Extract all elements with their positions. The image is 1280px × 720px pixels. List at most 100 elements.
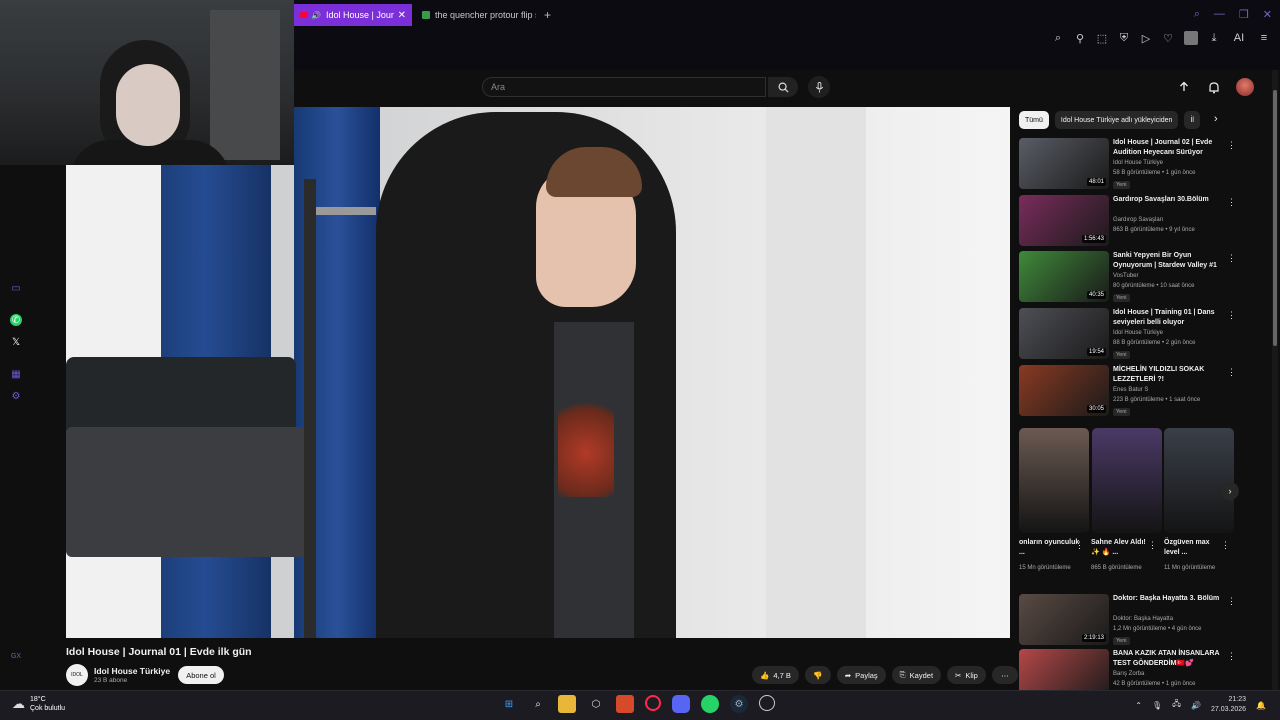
recommendation-title[interactable]: Gardırop Savaşları 30.Bölüm [1113, 195, 1225, 205]
upload-icon[interactable] [1176, 79, 1192, 95]
more-vert-icon[interactable]: ⋮ [1227, 310, 1236, 321]
new-tab-button[interactable]: + [544, 8, 551, 22]
chevron-up-icon[interactable]: ⌃ [1135, 701, 1142, 710]
more-vert-icon[interactable]: ⋮ [1148, 540, 1157, 551]
subscribe-button[interactable]: Abone ol [178, 666, 224, 684]
shield-icon[interactable]: ⛨ [1118, 32, 1130, 44]
voice-search-button[interactable] [808, 76, 830, 98]
file-explorer-icon[interactable] [558, 695, 576, 713]
more-vert-icon[interactable]: ⋮ [1227, 197, 1236, 208]
profile-icon[interactable] [1184, 31, 1198, 45]
more-vert-icon[interactable]: ⋮ [1227, 596, 1236, 607]
recommendation-channel[interactable]: Enes Batur S [1113, 387, 1148, 393]
clock[interactable]: 21:23 27.03.2026 [1211, 695, 1246, 715]
recommendation-channel[interactable]: VosTuber [1113, 273, 1138, 279]
search-input[interactable]: Ara [482, 77, 766, 97]
recommendation-title[interactable]: MİCHELİN YILDIZLI SOKAK LEZZETLERİ ?! [1113, 365, 1225, 385]
recommendation-title[interactable]: Sanki Yepyeni Bir Oyun Oynuyorum | Stard… [1113, 251, 1225, 271]
office-icon[interactable] [616, 695, 634, 713]
network-icon[interactable]: 🖧 [1172, 698, 1181, 712]
microphone-icon[interactable]: 🎙 [1152, 701, 1162, 710]
chip-related[interactable]: İl [1184, 111, 1201, 129]
account-avatar[interactable] [1236, 78, 1254, 96]
chip-all[interactable]: Tümü [1019, 111, 1049, 129]
shorts-next-button[interactable]: › [1221, 482, 1239, 500]
recommendation-card[interactable]: 40:35 Sanki Yepyeni Bir Oyun Oynuyorum | … [1019, 251, 1249, 305]
maximize-icon[interactable]: ❐ [1239, 8, 1249, 21]
pin-icon[interactable]: ⚲ [1074, 32, 1086, 45]
recommendation-card[interactable]: 19:54 Idol House | Training 01 | Dans sev… [1019, 308, 1249, 362]
recommendation-title[interactable]: Doktor: Başka Hayatta 3. Bölüm [1113, 594, 1225, 604]
recommendation-channel[interactable]: Idol House Türkiye [1113, 330, 1163, 336]
recommendation-channel[interactable]: Doktor: Başka Hayatta [1113, 616, 1173, 622]
video-thumbnail[interactable]: 19:54 [1019, 308, 1109, 359]
opera-gx-icon[interactable] [645, 695, 661, 711]
x-icon[interactable]: 𝕏 [10, 336, 22, 348]
video-thumbnail[interactable]: 40:35 [1019, 251, 1109, 302]
search-button[interactable] [768, 77, 798, 97]
heart-icon[interactable]: ♡ [1162, 32, 1174, 45]
more-actions-button[interactable]: ⋯ [991, 666, 1018, 684]
video-thumbnail[interactable]: 30:05 [1019, 365, 1109, 416]
video-thumbnail[interactable]: 1:56:43 [1019, 195, 1109, 246]
apps-icon[interactable]: ▦ [10, 368, 22, 380]
close-window-icon[interactable]: ✕ [1263, 8, 1272, 21]
tab-active[interactable]: 🔊 Idol House | Journ ✕ [294, 4, 412, 26]
recommendation-card[interactable]: 1:56:43 Gardırop Savaşları 30.Bölüm Gardır… [1019, 195, 1249, 249]
more-vert-icon[interactable]: ⋮ [1075, 540, 1084, 551]
play-icon[interactable]: ▷ [1140, 32, 1152, 45]
gx-icon[interactable]: GX [10, 650, 22, 662]
chip-from-uploader[interactable]: Idol House Türkiye adlı yükleyiciden [1054, 111, 1179, 129]
start-icon[interactable]: ⊞ [500, 695, 518, 713]
more-vert-icon[interactable]: ⋮ [1227, 253, 1236, 264]
more-vert-icon[interactable]: ⋮ [1227, 140, 1236, 151]
channel-avatar[interactable]: IDOL [66, 664, 88, 686]
like-button[interactable]: 👍 4,7 B [752, 666, 799, 684]
short-thumbnail[interactable] [1019, 428, 1089, 533]
clip-button[interactable]: ✂ Klip [947, 666, 986, 684]
messenger-icon[interactable]: ▭ [10, 282, 22, 294]
save-button[interactable]: ⎘ Kaydet [891, 666, 942, 684]
short-title[interactable]: Özgüven max level ... [1164, 538, 1226, 558]
chevron-right-icon[interactable]: › [1214, 113, 1218, 125]
bell-icon[interactable] [1206, 79, 1222, 95]
recommendation-title[interactable]: BANA KAZIK ATAN İNSANLARA TEST GÖNDERDİM… [1113, 649, 1225, 669]
recommendation-channel[interactable]: Barış Zorba [1113, 671, 1144, 677]
minimize-icon[interactable]: — [1214, 8, 1225, 21]
recommendation-card[interactable]: 30:05 MİCHELİN YILDIZLI SOKAK LEZZETLERİ … [1019, 365, 1249, 419]
more-vert-icon[interactable]: ⋮ [1221, 540, 1230, 551]
close-tab-icon[interactable]: ✕ [398, 10, 406, 21]
unity-icon[interactable]: ⬡ [587, 695, 605, 713]
channel-name[interactable]: Idol House Türkiye [94, 666, 170, 676]
recommendation-title[interactable]: Idol House | Journal 02 | Evde Audition … [1113, 138, 1225, 158]
more-vert-icon[interactable]: ⋮ [1227, 651, 1236, 662]
search-tabs-icon[interactable]: ⌕ [1194, 8, 1200, 21]
recommendation-channel[interactable]: Gardırop Savaşları [1113, 217, 1163, 223]
snapshot-icon[interactable]: ⬚ [1096, 32, 1108, 45]
video-thumbnail[interactable]: 48:01 [1019, 138, 1109, 189]
dislike-button[interactable]: 👎 [804, 666, 831, 684]
search-icon[interactable]: ⌕ [529, 695, 547, 713]
video-player[interactable] [66, 107, 1010, 638]
whatsapp-icon[interactable]: ✆ [10, 314, 22, 326]
download-icon[interactable]: ⤓ [1208, 32, 1220, 44]
short-title[interactable]: onların oyunculuk ... [1019, 538, 1081, 558]
discord-icon[interactable] [672, 695, 690, 713]
video-thumbnail[interactable]: 2:19:13 [1019, 594, 1109, 645]
short-thumbnail[interactable] [1164, 428, 1234, 533]
tab-inactive[interactable]: the quencher protour flip s [416, 4, 542, 26]
recommendation-card[interactable]: 2:19:13 Doktor: Başka Hayatta 3. Bölüm Dok… [1019, 594, 1249, 648]
ai-icon[interactable]: AI [1230, 32, 1248, 44]
obs-icon[interactable] [759, 695, 775, 711]
zoom-icon[interactable]: ⌕ [1052, 32, 1064, 44]
share-button[interactable]: ➦ Paylaş [836, 666, 886, 684]
whatsapp-icon[interactable] [701, 695, 719, 713]
notifications-icon[interactable]: 🔔 [1256, 701, 1266, 710]
steam-icon[interactable]: ⚙ [730, 695, 748, 713]
recommendation-channel[interactable]: Idol House Türkiye [1113, 160, 1163, 166]
short-thumbnail[interactable] [1092, 428, 1162, 533]
recommendation-card[interactable]: 48:01 Idol House | Journal 02 | Evde Audi… [1019, 138, 1249, 192]
volume-icon[interactable]: 🔊 [1191, 701, 1201, 710]
more-vert-icon[interactable]: ⋮ [1227, 367, 1236, 378]
recommendation-title[interactable]: Idol House | Training 01 | Dans seviyele… [1113, 308, 1225, 328]
